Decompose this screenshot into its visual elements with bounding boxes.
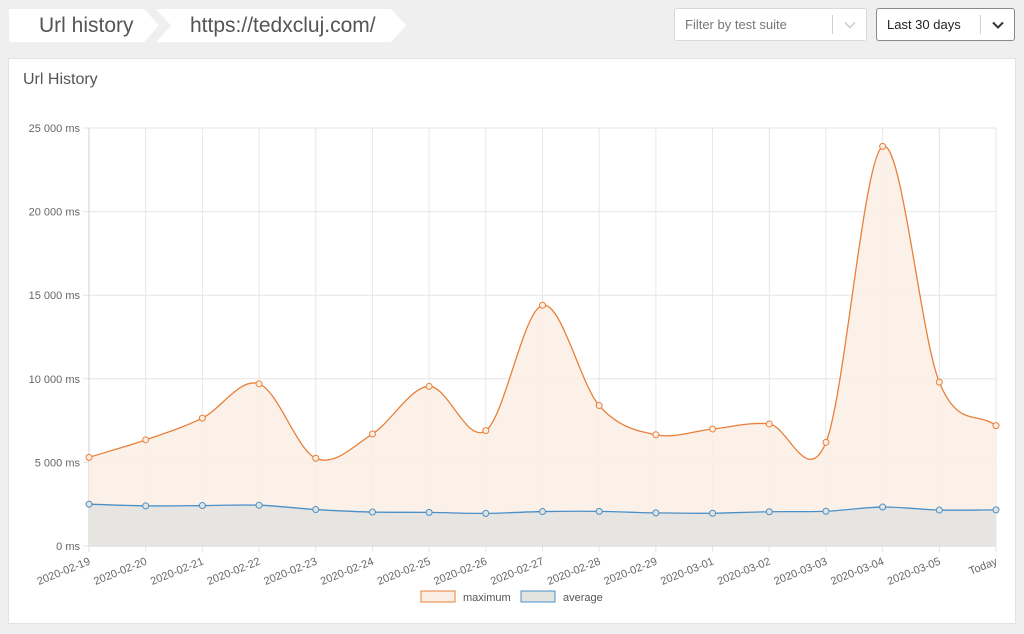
data-point-average bbox=[85, 500, 93, 508]
x-tick-label: 2020-02-20 bbox=[92, 556, 149, 588]
data-point-average bbox=[652, 509, 660, 517]
data-point-maximum bbox=[425, 382, 433, 390]
data-point-average bbox=[482, 509, 490, 517]
data-point-maximum bbox=[85, 453, 93, 461]
data-point-maximum bbox=[652, 431, 660, 439]
x-tick-label: 2020-02-24 bbox=[319, 556, 376, 588]
y-tick-label: 20 000 ms bbox=[29, 207, 81, 219]
data-point-average bbox=[198, 502, 206, 510]
x-tick-label: 2020-03-05 bbox=[886, 556, 943, 588]
breadcrumb-url-history[interactable]: Url history bbox=[9, 9, 159, 42]
data-point-average bbox=[709, 509, 717, 517]
legend-label-average: average bbox=[563, 592, 603, 604]
x-tick-label: 2020-02-26 bbox=[432, 556, 489, 588]
data-point-average bbox=[255, 501, 263, 509]
top-bar: Url history https://tedxcluj.com/ Filter… bbox=[0, 0, 1024, 52]
y-tick-label: 0 ms bbox=[56, 541, 80, 553]
data-point-maximum bbox=[539, 301, 546, 309]
data-point-average bbox=[425, 508, 433, 516]
x-tick-label: 2020-03-01 bbox=[659, 556, 716, 588]
data-point-maximum bbox=[482, 427, 490, 435]
y-tick-label: 25 000 ms bbox=[29, 123, 81, 135]
data-point-maximum bbox=[992, 422, 1000, 430]
data-point-maximum bbox=[879, 142, 887, 150]
x-tick-label: 2020-02-28 bbox=[546, 556, 603, 588]
y-tick-label: 15 000 ms bbox=[29, 290, 81, 302]
date-range-value: Last 30 days bbox=[887, 17, 961, 32]
data-point-maximum bbox=[368, 430, 376, 438]
data-point-maximum bbox=[312, 454, 320, 462]
data-point-average bbox=[539, 508, 546, 516]
url-history-panel: Url History 0 ms 5 000 ms 10 000 ms 15 000 … bbox=[8, 58, 1016, 624]
legend-swatch-average bbox=[520, 590, 556, 603]
x-tick-label: 2020-02-22 bbox=[206, 556, 263, 588]
x-tick-label: 2020-02-29 bbox=[602, 556, 659, 588]
data-point-maximum bbox=[142, 436, 150, 444]
x-tick-label: 2020-02-25 bbox=[376, 556, 433, 588]
data-point-maximum bbox=[198, 414, 206, 422]
legend-label-maximum: maximum bbox=[463, 592, 511, 604]
x-tick-label: 2020-03-04 bbox=[829, 556, 886, 588]
select-separator bbox=[980, 15, 981, 34]
x-tick-label: 2020-02-21 bbox=[149, 556, 206, 588]
x-tick-label: 2020-02-23 bbox=[262, 556, 319, 588]
chevron-down-icon[interactable] bbox=[991, 18, 1005, 32]
data-point-average bbox=[765, 508, 773, 516]
x-tick-label: 2020-03-02 bbox=[716, 556, 773, 588]
data-point-maximum bbox=[935, 378, 943, 386]
data-point-maximum bbox=[822, 438, 830, 446]
test-suite-filter[interactable]: Filter by test suite bbox=[674, 8, 867, 41]
legend-swatch-maximum bbox=[420, 590, 456, 603]
data-point-average bbox=[935, 506, 943, 514]
y-tick-label: 10 000 ms bbox=[29, 374, 81, 386]
x-tick-label: 2020-02-19 bbox=[35, 556, 92, 588]
data-point-maximum bbox=[709, 425, 717, 433]
data-point-average bbox=[368, 508, 376, 516]
y-tick-label: 5 000 ms bbox=[35, 457, 81, 469]
data-point-maximum bbox=[255, 380, 263, 388]
x-tick-label: 2020-03-03 bbox=[772, 556, 829, 588]
data-point-average bbox=[595, 507, 603, 515]
data-point-maximum bbox=[595, 402, 603, 410]
data-point-average bbox=[312, 506, 320, 514]
date-range-select[interactable]: Last 30 days bbox=[876, 8, 1015, 41]
data-point-average bbox=[879, 503, 887, 511]
x-tick-label: Today bbox=[967, 555, 999, 577]
test-suite-filter-placeholder: Filter by test suite bbox=[685, 17, 787, 32]
chevron-down-icon[interactable] bbox=[843, 18, 857, 32]
data-point-average bbox=[142, 502, 150, 510]
select-separator bbox=[832, 15, 833, 34]
url-history-chart: 0 ms 5 000 ms 10 000 ms 15 000 ms 20 000 ms 2… bbox=[29, 123, 1000, 604]
data-point-average bbox=[992, 506, 1000, 514]
x-tick-label: 2020-02-27 bbox=[489, 556, 546, 588]
data-point-maximum bbox=[765, 420, 773, 428]
data-point-average bbox=[822, 507, 830, 515]
breadcrumb-url[interactable]: https://tedxcluj.com/ bbox=[156, 9, 406, 42]
